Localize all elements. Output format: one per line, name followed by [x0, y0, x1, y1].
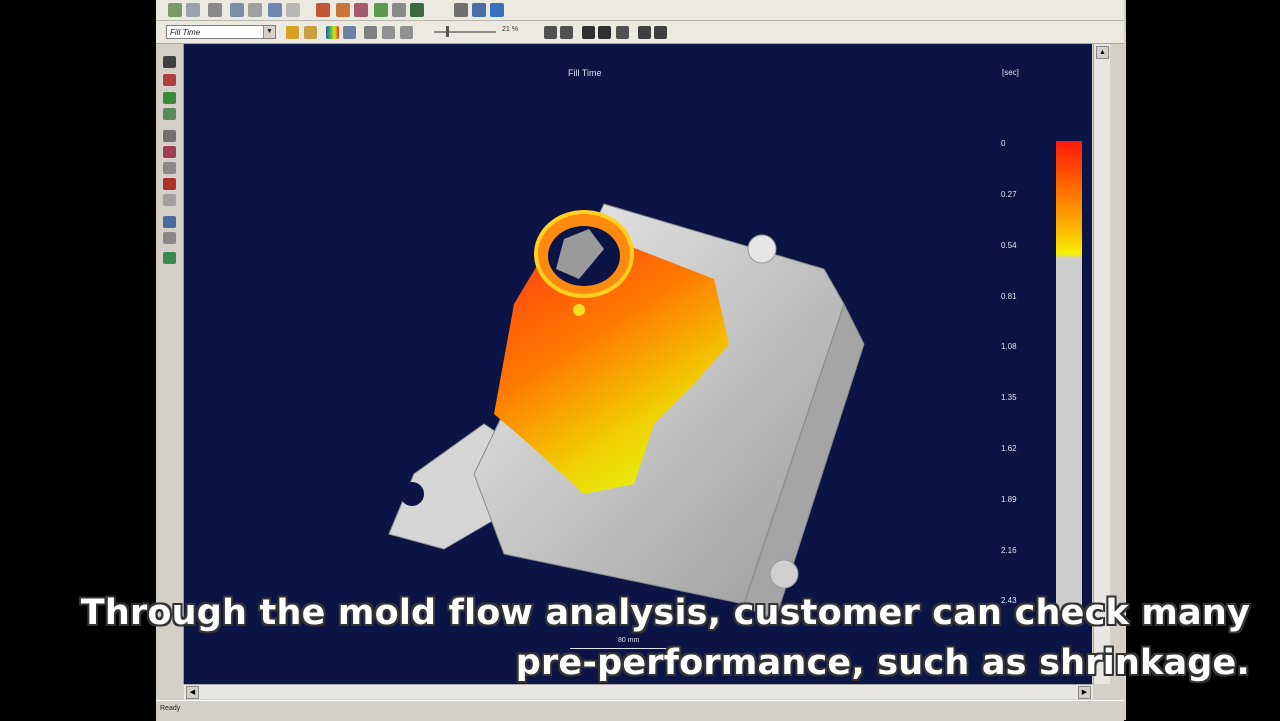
open-icon[interactable] — [168, 3, 182, 17]
undo-icon[interactable] — [268, 3, 282, 17]
tree-icon[interactable] — [230, 3, 244, 17]
caption-line-2: pre-performance, such as shrinkage. — [515, 643, 1250, 683]
pick-icon[interactable] — [163, 74, 176, 86]
legend-tick: 1.08 — [1001, 342, 1017, 351]
measure-icon[interactable] — [163, 232, 176, 244]
legend-tick: 0 — [1001, 139, 1006, 148]
boss-top — [747, 234, 777, 264]
play-icon[interactable] — [616, 26, 629, 39]
export-icon[interactable] — [400, 26, 413, 39]
refresh-icon[interactable] — [490, 3, 504, 17]
rewind-icon[interactable] — [544, 26, 557, 39]
loop-icon[interactable] — [638, 26, 651, 39]
zoom-slider-handle[interactable] — [446, 26, 449, 37]
run-icon[interactable] — [410, 3, 424, 17]
zoom-value: 21 % — [502, 26, 518, 33]
legend-tick: 1.35 — [1001, 393, 1017, 402]
analysis-icon[interactable] — [392, 3, 406, 17]
zoom-in-icon[interactable] — [163, 178, 176, 190]
status-bar: Ready — [156, 700, 1124, 721]
probe-icon[interactable] — [472, 3, 486, 17]
delete-icon[interactable] — [248, 3, 262, 17]
boss-bottom — [769, 559, 799, 589]
mesh-icon[interactable] — [374, 3, 388, 17]
zoom-box-icon[interactable] — [163, 162, 176, 174]
runner-icon[interactable] — [336, 3, 350, 17]
result-selector-value: Fill Time — [170, 28, 201, 37]
legend-tick: 0.81 — [1001, 292, 1017, 301]
plot-title: Fill Time — [568, 68, 602, 78]
cooling-icon[interactable] — [354, 3, 368, 17]
bracket-hole — [400, 482, 424, 506]
color-scale-icon[interactable] — [326, 26, 339, 39]
legend-tick: 1.62 — [1001, 444, 1017, 453]
gate-icon[interactable] — [316, 3, 330, 17]
legend-tick: 0.27 — [1001, 190, 1017, 199]
results-toolbar: Fill Time ▼ 21 % — [156, 21, 1124, 44]
main-toolbar — [156, 0, 1124, 21]
select-arrow-icon[interactable] — [163, 56, 176, 68]
scroll-up-icon[interactable]: ▲ — [1096, 46, 1109, 59]
legend-tick: 1.89 — [1001, 495, 1017, 504]
legend-unit: [sec] — [1002, 68, 1019, 77]
rotate-icon[interactable] — [163, 92, 176, 104]
dynamic-zoom-icon[interactable] — [163, 146, 176, 158]
pause-icon[interactable] — [598, 26, 611, 39]
settings-icon[interactable] — [343, 26, 356, 39]
cutting-plane-icon[interactable] — [163, 216, 176, 228]
legend-tick: 2.16 — [1001, 546, 1017, 555]
stop-icon[interactable] — [582, 26, 595, 39]
animate-icon[interactable] — [304, 26, 317, 39]
pan-icon[interactable] — [163, 108, 176, 120]
layers-icon[interactable] — [382, 26, 395, 39]
step-back-icon[interactable] — [560, 26, 573, 39]
query-icon[interactable] — [454, 3, 468, 17]
zoom-slider[interactable] — [434, 31, 496, 33]
result-selector[interactable]: Fill Time ▼ — [166, 25, 276, 39]
redo-icon[interactable] — [286, 3, 300, 17]
caption-line-1: Through the mold flow analysis, customer… — [80, 593, 1250, 633]
bounce-icon[interactable] — [654, 26, 667, 39]
legend-tick: 0.54 — [1001, 241, 1017, 250]
zoom-icon[interactable] — [163, 130, 176, 142]
status-text: Ready — [160, 705, 181, 712]
chevron-down-icon[interactable]: ▼ — [263, 26, 275, 38]
contour-icon[interactable] — [286, 26, 299, 39]
save-icon[interactable] — [186, 3, 200, 17]
gate-location — [573, 304, 585, 316]
axis-icon[interactable] — [163, 252, 176, 264]
fit-icon[interactable] — [163, 194, 176, 206]
color-legend-bar — [1056, 141, 1082, 611]
video-caption: Through the mold flow analysis, customer… — [0, 588, 1250, 688]
print-icon[interactable] — [208, 3, 222, 17]
properties-icon[interactable] — [364, 26, 377, 39]
